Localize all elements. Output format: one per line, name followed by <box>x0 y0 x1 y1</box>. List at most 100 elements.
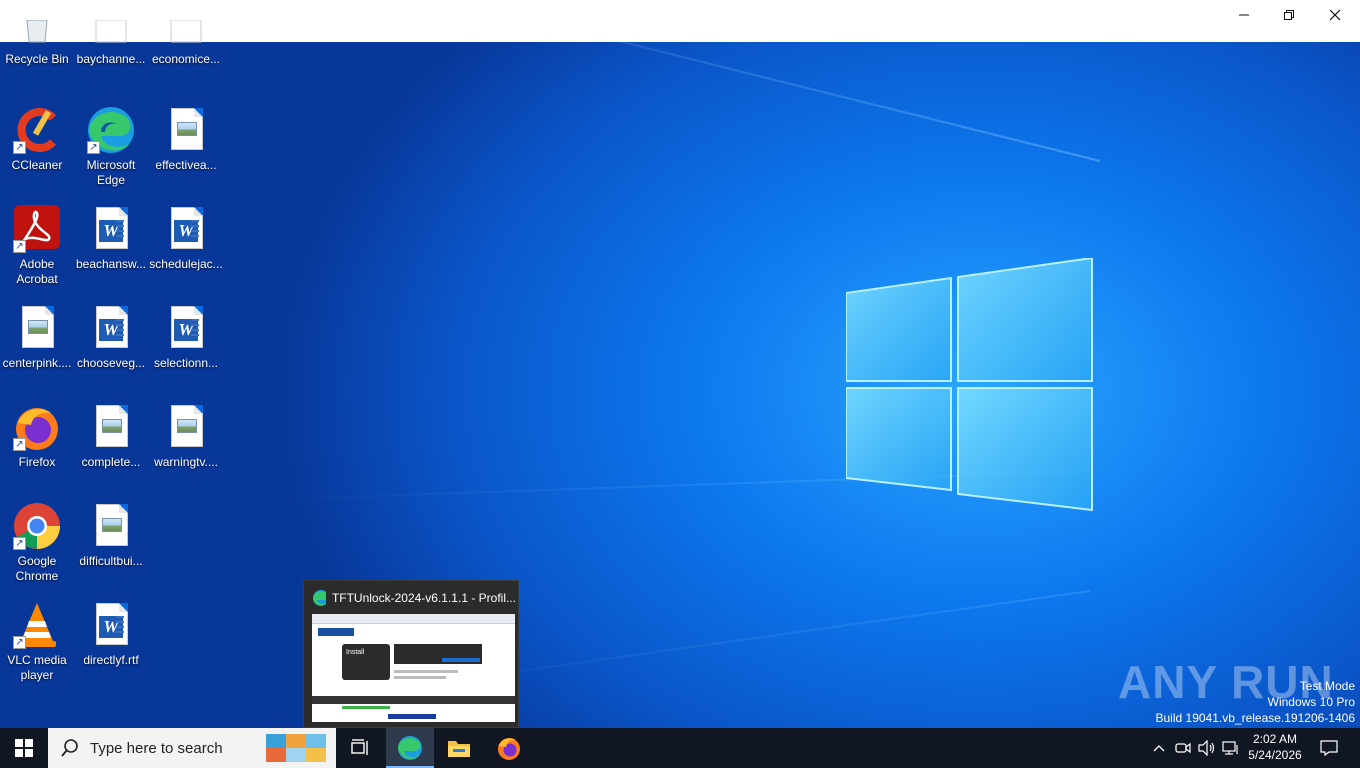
document-icon <box>87 19 135 48</box>
notification-icon <box>1320 740 1338 756</box>
recycle-bin-icon <box>13 19 61 48</box>
shortcut-arrow-icon: ↗ <box>13 141 26 154</box>
word-doc-icon: W <box>87 304 135 352</box>
desktop-icon-label: baychanne... <box>76 52 146 66</box>
desktop-icon-directlyf[interactable]: W directlyf.rtf <box>74 601 148 668</box>
desktop-icon-label: VLC media player <box>7 653 67 682</box>
speaker-icon <box>1198 740 1215 756</box>
desktop-icon-label: Microsoft Edge <box>86 158 136 187</box>
tray-meet-now-button[interactable] <box>1172 728 1194 768</box>
document-icon <box>162 19 210 48</box>
restore-icon <box>1284 10 1294 20</box>
tray-network-button[interactable] <box>1220 728 1242 768</box>
taskbar: Type here to search 2:02 AM 5/24/2026 <box>0 728 1360 768</box>
desktop-icon-economice[interactable]: economice... <box>149 19 223 67</box>
windows-logo-icon <box>846 258 1093 512</box>
shortcut-arrow-icon: ↗ <box>13 636 26 649</box>
task-view-icon <box>351 739 368 755</box>
thumb-install-label: Install <box>346 649 365 656</box>
chrome-icon: ↗ <box>13 502 61 550</box>
desktop-icon-label: chooseveg... <box>76 356 146 370</box>
build-label: Build 19041.vb_release.191206-1406 <box>1155 711 1356 725</box>
windows-start-icon <box>15 739 33 757</box>
desktop-icon-label: directlyf.rtf <box>83 653 139 667</box>
taskbar-file-explorer-button[interactable] <box>435 728 483 768</box>
desktop-icon-complete[interactable]: complete... <box>74 403 148 470</box>
acrobat-icon: ↗ <box>13 205 61 253</box>
desktop-icon-label: Recycle Bin <box>5 52 69 66</box>
desktop-icon-chooseveg[interactable]: W chooseveg... <box>74 304 148 371</box>
close-icon <box>1329 9 1341 21</box>
desktop-icon-effectivea[interactable]: effectivea... <box>149 106 223 173</box>
clock-time: 2:02 AM <box>1252 732 1298 746</box>
minimize-icon <box>1239 14 1249 16</box>
desktop-icon-label: centerpink.... <box>2 356 72 370</box>
desktop-icon-label: beachansw... <box>75 257 147 271</box>
image-file-icon <box>162 106 210 154</box>
ccleaner-icon: ↗ <box>13 106 61 154</box>
preview-title-bar: TFTUnlock-2024-v6.1.1.1 - Profil... <box>312 589 516 607</box>
os-edition-label: Windows 10 Pro <box>1267 695 1355 709</box>
tray-volume-button[interactable] <box>1196 728 1218 768</box>
desktop-icon-adobe-acrobat[interactable]: ↗ Adobe Acrobat <box>0 205 74 287</box>
word-doc-icon: W <box>87 601 135 649</box>
search-icon <box>61 739 78 757</box>
desktop-icon-label: difficultbui... <box>79 554 143 568</box>
desktop-icon-label: Google Chrome <box>15 554 59 583</box>
desktop-icon-microsoft-edge[interactable]: ↗ Microsoft Edge <box>74 106 148 188</box>
desktop-icon-ccleaner[interactable]: ↗ CCleaner <box>0 106 74 173</box>
desktop-icon-baychanne[interactable]: baychanne... <box>74 19 148 67</box>
desktop-icon-label: schedulejac... <box>149 257 223 271</box>
word-doc-icon: W <box>162 304 210 352</box>
image-file-icon <box>87 403 135 451</box>
desktop-icon-google-chrome[interactable]: ↗ Google Chrome <box>0 502 74 584</box>
taskbar-edge-button[interactable] <box>386 728 434 768</box>
desktop-icon-centerpink[interactable]: centerpink.... <box>0 304 74 371</box>
desktop-icon-label: effectivea... <box>155 158 217 172</box>
taskbar-clock[interactable]: 2:02 AM 5/24/2026 <box>1240 731 1310 763</box>
taskbar-window-preview[interactable]: TFTUnlock-2024-v6.1.1.1 - Profil... Inst… <box>303 580 519 728</box>
system-info: Test Mode Windows 10 Pro Build 19041.vb_… <box>1156 678 1356 726</box>
folder-icon <box>448 741 470 757</box>
taskbar-firefox-button[interactable] <box>485 728 533 768</box>
desktop-icon-vlc[interactable]: ↗ VLC media player <box>0 601 74 683</box>
task-view-button[interactable] <box>336 728 384 768</box>
firefox-icon: ↗ <box>13 403 61 451</box>
desktop-icon-label: complete... <box>81 455 141 469</box>
close-button[interactable] <box>1312 0 1358 30</box>
desktop-icon-difficultbui[interactable]: difficultbui... <box>74 502 148 569</box>
desktop-icon-label: warningtv.... <box>154 455 218 469</box>
edge-icon: ↗ <box>87 106 135 154</box>
word-doc-icon: W <box>162 205 210 253</box>
test-mode-label: Test Mode <box>1299 679 1355 693</box>
edge-icon <box>398 736 422 760</box>
taskbar-search-box[interactable]: Type here to search <box>48 728 336 768</box>
camera-icon <box>1175 742 1191 754</box>
desktop-icon-label: Firefox <box>18 455 56 469</box>
desktop-icon-firefox[interactable]: ↗ Firefox <box>0 403 74 470</box>
minimize-button[interactable] <box>1221 0 1267 30</box>
image-file-icon <box>87 502 135 550</box>
desktop-icon-label: CCleaner <box>11 158 63 172</box>
desktop-icon-recycle-bin[interactable]: Recycle Bin <box>0 19 74 67</box>
desktop-icon-warningtv[interactable]: warningtv.... <box>149 403 223 470</box>
image-file-icon <box>13 304 61 352</box>
word-doc-icon: W <box>87 205 135 253</box>
desktop-icon-label: economice... <box>151 52 221 66</box>
desktop-icon-selectionn[interactable]: W selectionn... <box>149 304 223 371</box>
search-placeholder: Type here to search <box>90 739 223 757</box>
clock-date: 5/24/2026 <box>1248 748 1302 762</box>
start-button[interactable] <box>0 728 48 768</box>
desktop-icon-beachansw[interactable]: W beachansw... <box>74 205 148 272</box>
shortcut-arrow-icon: ↗ <box>13 240 26 253</box>
desktop-icon-schedulejac[interactable]: W schedulejac... <box>149 205 223 272</box>
edge-icon <box>313 590 326 606</box>
show-hidden-icons-button[interactable] <box>1148 728 1170 768</box>
shortcut-arrow-icon: ↗ <box>13 537 26 550</box>
restore-button[interactable] <box>1266 0 1312 30</box>
vlc-icon: ↗ <box>13 601 61 649</box>
action-center-button[interactable] <box>1314 728 1344 768</box>
shortcut-arrow-icon: ↗ <box>87 141 100 154</box>
desktop-icon-label: Adobe Acrobat <box>16 257 58 286</box>
preview-thumbnail[interactable]: Install <box>312 614 515 722</box>
